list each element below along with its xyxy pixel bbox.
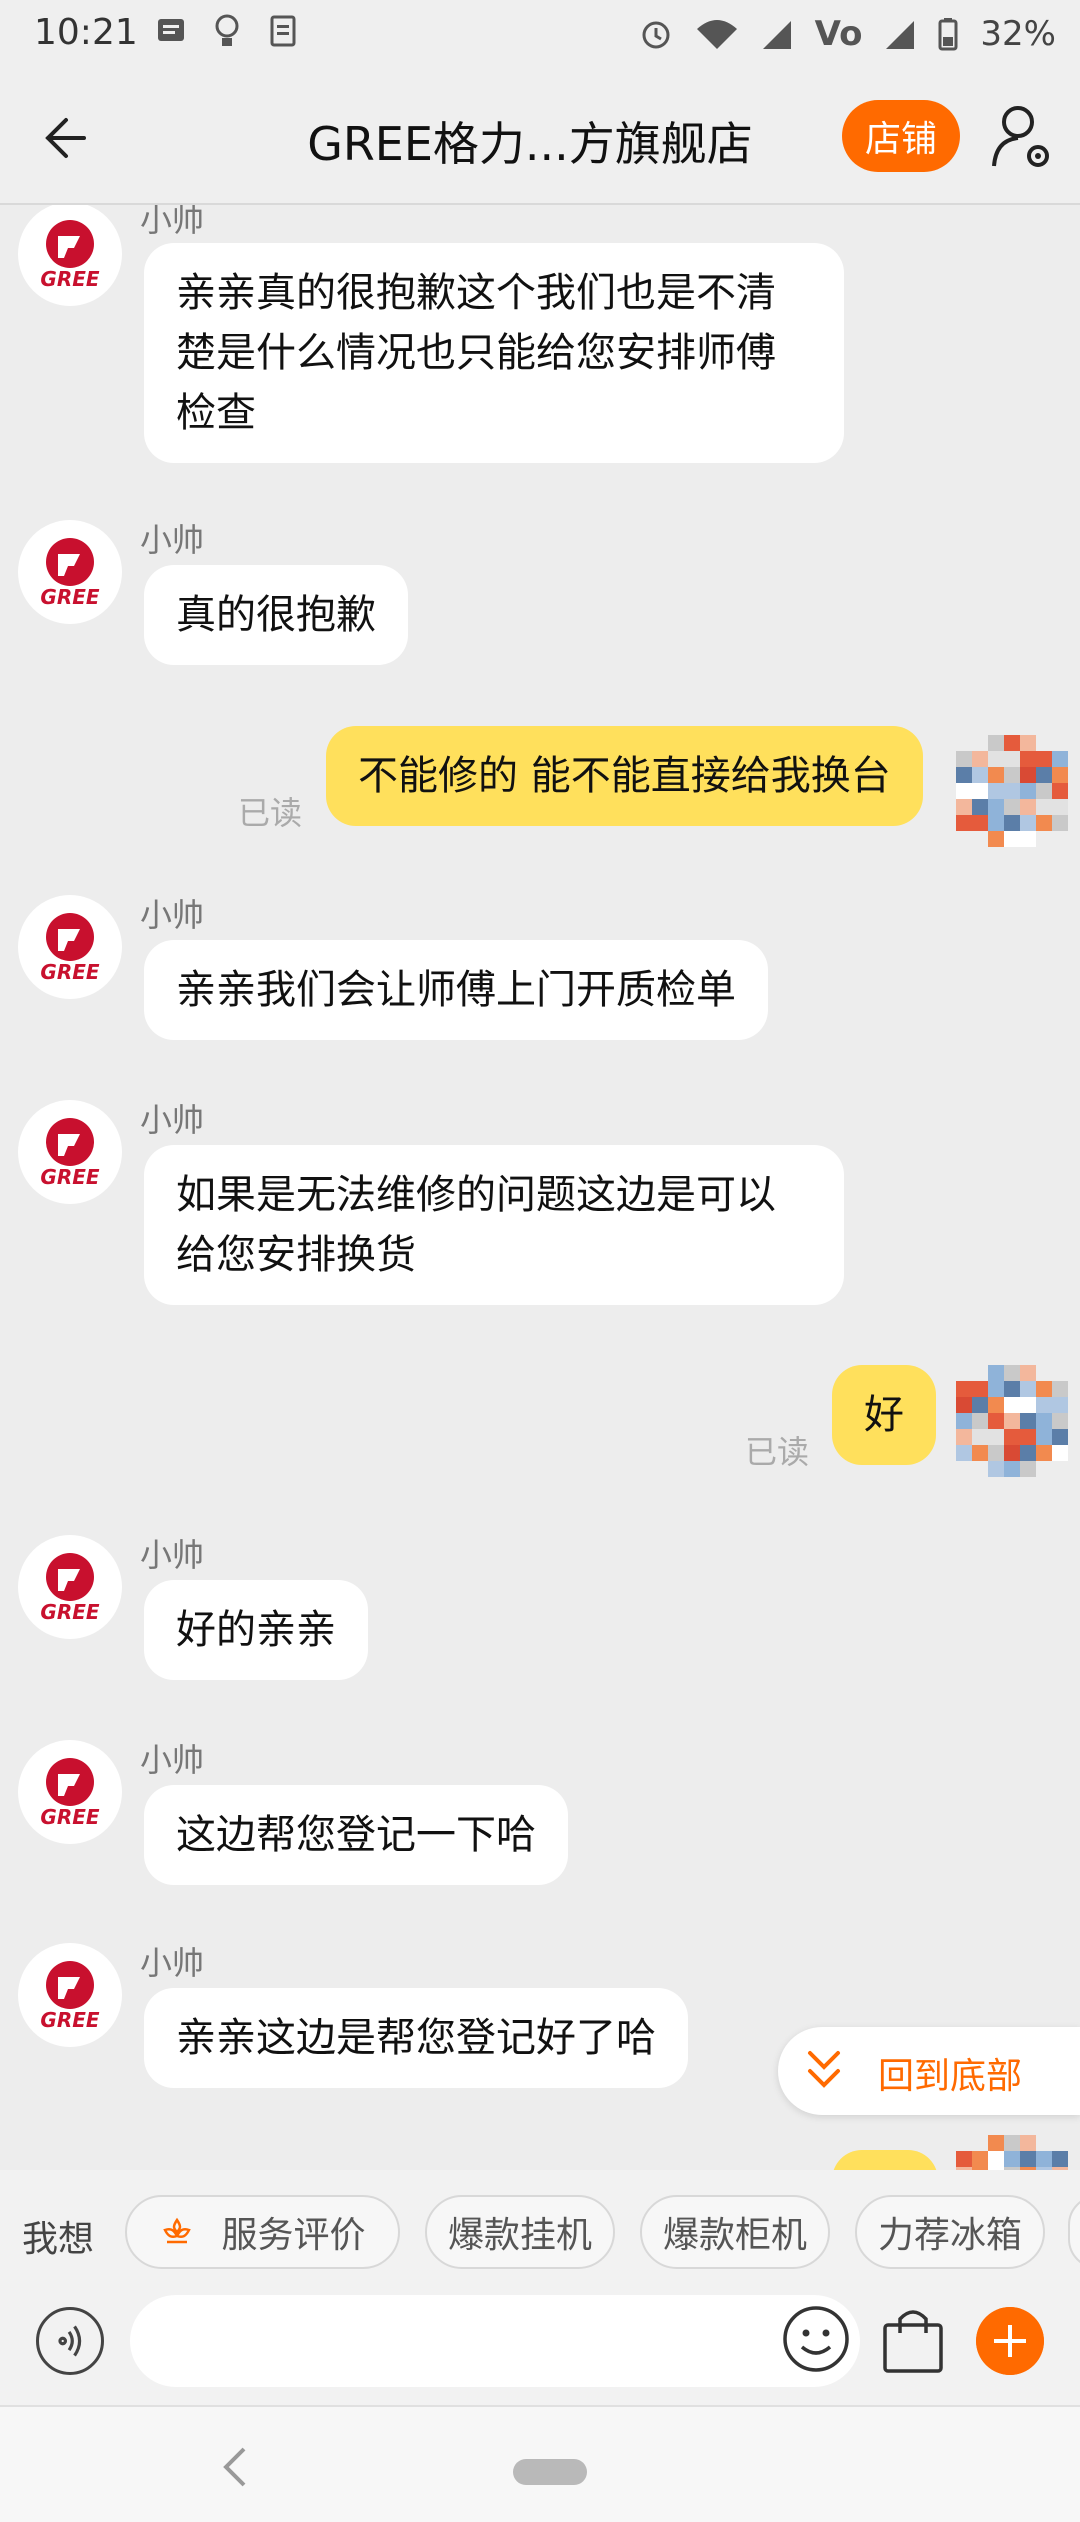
status-left-icons <box>155 14 297 48</box>
message-bubble[interactable]: 亲亲我们会让师傅上门开质检单 <box>144 940 768 1040</box>
home-pill[interactable] <box>513 2459 587 2485</box>
flower-icon <box>163 2217 192 2244</box>
message-text: 不能修的 能不能直接给我换台 <box>358 753 891 799</box>
gree-logo: GREE <box>40 1118 100 1189</box>
svg-text:GREE: GREE <box>40 960 99 984</box>
gree-logo: GREE <box>40 1553 100 1624</box>
status-right-icons: Vo 32% <box>639 14 1056 54</box>
system-navigation-bar <box>0 2405 1080 2522</box>
sender-name: 小帅 <box>140 896 205 934</box>
message-bubble[interactable]: 好的亲亲 <box>144 1580 368 1680</box>
svg-text:GREE: GREE <box>40 1805 99 1829</box>
gree-logo: GREE <box>40 538 100 609</box>
doc-icon <box>270 15 296 47</box>
double-chevron-down-icon <box>808 2051 840 2088</box>
battery-level: 32% <box>980 14 1056 54</box>
shop-avatar[interactable]: GREE <box>18 1535 122 1639</box>
svg-text:GREE: GREE <box>40 1600 99 1624</box>
message-text: 给您安排换货 <box>176 1232 416 1278</box>
my-avatar[interactable] <box>956 2135 1068 2170</box>
gree-logo: GREE <box>40 220 100 291</box>
sender-name: 小帅 <box>140 1101 205 1139</box>
sender-name: 小帅 <box>140 1741 205 1779</box>
quick-reply-bar: 我想 服务评价 爆款挂机 爆款柜机 力荐冰箱 <box>0 2170 1080 2295</box>
scroll-to-bottom-button[interactable]: 回到底部 <box>778 2027 1080 2115</box>
shop-avatar[interactable]: GREE <box>18 205 122 306</box>
svg-text:GREE: GREE <box>40 585 99 609</box>
status-time: 10:21 <box>34 12 138 53</box>
message-text: 好的亲亲 <box>176 1607 336 1653</box>
signal-icon <box>762 21 791 49</box>
svg-text:GREE: GREE <box>40 1165 99 1189</box>
shop-avatar[interactable]: GREE <box>18 895 122 999</box>
message-text: 好 <box>864 1392 904 1438</box>
quick-reply-label: 我想 <box>22 2219 95 2260</box>
shop-avatar[interactable]: GREE <box>18 1100 122 1204</box>
message-bubble[interactable]: 这边帮您登记一下哈 <box>144 1785 568 1885</box>
user-settings-icon[interactable] <box>990 100 1054 172</box>
chip-wall-ac[interactable]: 爆款挂机 <box>425 2195 615 2269</box>
chip-fridge[interactable]: 力荐冰箱 <box>855 2195 1045 2269</box>
system-back-icon[interactable] <box>220 2445 250 2489</box>
message-text: 这边帮您登记一下哈 <box>176 1812 536 1858</box>
scroll-to-bottom-label: 回到底部 <box>878 2056 1023 2097</box>
message-text: 检查 <box>176 390 256 436</box>
message-input[interactable] <box>130 2295 860 2387</box>
shop-button[interactable]: 店铺 <box>842 100 960 172</box>
chip-label: 服务评价 <box>221 2215 366 2256</box>
message-text: 亲亲我们会让师傅上门开质检单 <box>176 967 736 1013</box>
signal-icon <box>886 21 915 49</box>
chip-floor-ac[interactable]: 爆款柜机 <box>640 2195 830 2269</box>
bulb-icon <box>215 14 239 46</box>
voice-icon[interactable] <box>36 2307 104 2375</box>
message-text: 如果是无法维修的问题这边是可以 <box>176 1172 776 1218</box>
sender-name: 小帅 <box>140 1944 205 1982</box>
message-text: 亲亲这边是帮您登记好了哈 <box>176 2015 656 2061</box>
my-avatar[interactable] <box>956 1365 1068 1477</box>
my-message-bubble[interactable]: 不能修的 能不能直接给我换台 <box>326 726 923 826</box>
svg-text:GREE: GREE <box>40 2008 99 2032</box>
shopping-bag-icon[interactable] <box>880 2303 946 2375</box>
chat-message-list[interactable]: GREE 小帅 亲亲真的很抱歉这个我们也是不清 楚是什么情况也只能给您安排师傅 … <box>0 205 1080 2170</box>
gree-logo: GREE <box>40 1961 100 2032</box>
message-bubble[interactable]: 亲亲真的很抱歉这个我们也是不清 楚是什么情况也只能给您安排师傅 检查 <box>144 243 844 463</box>
sender-name: 小帅 <box>140 1536 205 1574</box>
read-receipt: 已读 <box>238 794 303 832</box>
message-icon <box>158 19 184 41</box>
message-bubble[interactable]: 如果是无法维修的问题这边是可以 给您安排换货 <box>144 1145 844 1305</box>
shop-avatar[interactable]: GREE <box>18 1943 122 2047</box>
chip-label: 力荐冰箱 <box>877 2215 1022 2256</box>
shop-avatar[interactable]: GREE <box>18 520 122 624</box>
sender-name: 小帅 <box>140 205 205 239</box>
gree-logo: GREE <box>40 913 100 984</box>
sender-name: 小帅 <box>140 521 205 559</box>
message-bubble[interactable]: 真的很抱歉 <box>144 565 408 665</box>
my-avatar[interactable] <box>956 735 1068 847</box>
status-bar: 10:21 Vo 32% <box>0 0 1080 70</box>
emoji-icon[interactable] <box>780 2303 852 2375</box>
volte-label: Vo <box>814 14 863 54</box>
chip-more[interactable] <box>1068 2195 1080 2269</box>
message-bubble[interactable]: 亲亲这边是帮您登记好了哈 <box>144 1988 688 2088</box>
alarm-icon <box>642 21 670 49</box>
my-message-bubble[interactable]: 好 <box>832 1365 936 1465</box>
my-message-bubble[interactable] <box>832 2150 938 2170</box>
svg-text:GREE: GREE <box>40 267 99 291</box>
read-receipt: 已读 <box>745 1433 810 1471</box>
chat-header: GREE格力...方旗舰店 店铺 <box>0 70 1080 205</box>
message-input-bar <box>0 2295 1080 2405</box>
shop-avatar[interactable]: GREE <box>18 1740 122 1844</box>
plus-icon[interactable] <box>976 2307 1044 2375</box>
chip-label: 爆款挂机 <box>447 2215 592 2256</box>
chip-label: 爆款柜机 <box>662 2215 807 2256</box>
message-text: 亲亲真的很抱歉这个我们也是不清 <box>176 270 776 316</box>
chip-service-review[interactable]: 服务评价 <box>125 2195 400 2269</box>
gree-logo: GREE <box>40 1758 100 1829</box>
message-text: 楚是什么情况也只能给您安排师傅 <box>176 330 776 376</box>
message-text: 真的很抱歉 <box>176 592 376 638</box>
wifi-icon <box>696 20 737 49</box>
battery-icon <box>938 18 958 51</box>
